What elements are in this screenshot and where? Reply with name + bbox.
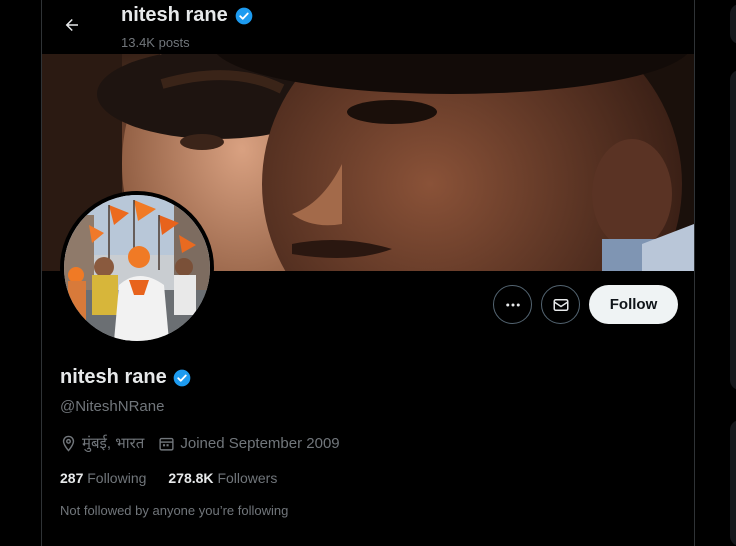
verified-badge-icon <box>173 369 191 386</box>
profile-avatar[interactable] <box>60 191 214 345</box>
header-posts-count: 13.4K posts <box>121 35 190 50</box>
right-sidebar-edge <box>728 0 736 546</box>
profile-handle: @NiteshNRane <box>60 398 165 415</box>
following-link[interactable]: 287 Following <box>60 470 146 486</box>
calendar-icon <box>159 437 174 451</box>
follow-button[interactable]: Follow <box>589 285 678 324</box>
column-border-right <box>694 0 695 546</box>
follow-stats: 287 Following 278.8K Followers <box>60 470 277 486</box>
followers-label: Followers <box>217 470 278 486</box>
followers-count: 278.8K <box>168 470 214 486</box>
profile-name-text: nitesh rane <box>60 366 167 388</box>
back-arrow-icon <box>65 19 78 31</box>
location-item: मुंबई, भारत <box>60 433 144 453</box>
location-pin-icon <box>62 435 75 452</box>
joined-text: Joined September 2009 <box>180 434 340 452</box>
more-icon <box>505 303 520 306</box>
header-title: nitesh rane <box>121 4 254 27</box>
verified-badge-icon <box>235 7 253 24</box>
followers-link[interactable]: 278.8K Followers <box>168 470 277 486</box>
profile-meta: मुंबई, भारत Joined September 2009 <box>60 433 354 453</box>
location-text: मुंबई, भारत <box>82 435 145 452</box>
mail-icon <box>553 298 568 311</box>
more-options-button[interactable] <box>493 285 532 324</box>
not-followed-text: Not followed by anyone you’re following <box>60 503 289 518</box>
profile-name: nitesh rane <box>60 366 192 389</box>
back-button[interactable] <box>56 9 88 41</box>
header-name-text: nitesh rane <box>121 4 228 26</box>
profile-header: nitesh rane 13.4K posts <box>42 0 694 54</box>
following-count: 287 <box>60 470 84 486</box>
following-label: Following <box>87 470 147 486</box>
message-button[interactable] <box>541 285 580 324</box>
joined-item: Joined September 2009 <box>158 434 340 452</box>
